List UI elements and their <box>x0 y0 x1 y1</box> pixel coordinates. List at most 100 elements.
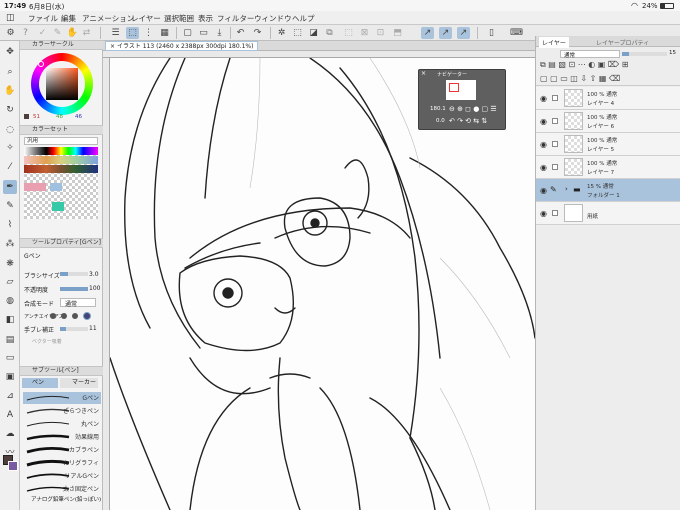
sub-tool-tab-pen[interactable]: ペン <box>22 378 58 388</box>
transform-icon[interactable]: ⬚ <box>291 27 304 39</box>
toggle-icon[interactable]: ⇄ <box>80 27 93 39</box>
text-icon[interactable]: A <box>3 408 17 422</box>
menu-selection[interactable]: 選択範囲 <box>164 13 194 24</box>
menu-layer[interactable]: レイヤー <box>131 13 161 24</box>
layer-row[interactable]: ◉ 100 % 通常 レイヤー 5 <box>536 133 680 156</box>
undo-icon[interactable]: ↶ <box>234 27 247 39</box>
edge-keyboard-icon[interactable]: ⌨ <box>510 27 523 39</box>
gradient-icon[interactable]: ▤ <box>3 333 17 347</box>
layout-icon[interactable]: ▦ <box>158 27 171 39</box>
pen-icon[interactable]: ✒ <box>3 180 17 194</box>
blend-icon[interactable]: ◍ <box>3 294 17 308</box>
navigator-preview[interactable] <box>446 80 476 100</box>
new-file-icon[interactable]: ▢ <box>181 27 194 39</box>
stamp-icon[interactable]: ⧉ <box>323 27 336 39</box>
balloon-icon[interactable]: ☁ <box>3 427 17 441</box>
brush-item[interactable]: Gペン <box>23 392 101 404</box>
simple-mode-icon[interactable]: ⬚ <box>126 27 139 39</box>
brush-item[interactable]: 丸ペン <box>23 418 101 430</box>
stabilize-slider[interactable] <box>60 327 88 331</box>
tab-layer-property[interactable]: レイヤープロパティ <box>596 38 649 47</box>
chevron-right-icon[interactable]: › <box>565 185 568 193</box>
pencil-icon[interactable]: ✎ <box>3 199 17 213</box>
antialias-options[interactable] <box>50 312 98 320</box>
hue-marker[interactable] <box>38 61 44 67</box>
menu-window[interactable]: ウィンドウ <box>254 13 292 24</box>
sub-color-swatch[interactable] <box>8 461 18 471</box>
eye-icon[interactable]: ◉ <box>540 209 547 218</box>
open-folder-icon[interactable]: ▭ <box>197 27 210 39</box>
checkbox[interactable] <box>552 210 558 216</box>
blend-dropdown[interactable]: 通常 <box>60 298 96 308</box>
deselect-icon[interactable]: ⊠ <box>358 27 371 39</box>
fill-icon[interactable]: ◧ <box>3 313 17 327</box>
canvas-tab[interactable]: × イラスト 113 (2460 x 2388px 300dpi 180.1%) <box>105 41 259 51</box>
opacity-slider[interactable] <box>60 287 88 291</box>
device-icon[interactable]: ▯ <box>485 27 498 39</box>
invert-icon[interactable]: ⊡ <box>374 27 387 39</box>
ruler-snap-icon[interactable]: ↗ <box>421 27 434 39</box>
decoration-icon[interactable]: ❋ <box>3 257 17 271</box>
ruler-icon[interactable]: ⊿ <box>3 389 17 403</box>
menu-animation[interactable]: アニメーション <box>82 13 134 24</box>
layer-row[interactable]: ◉ 100 % 通常 レイヤー 7 <box>536 156 680 179</box>
brush-item[interactable]: 効果線用 <box>23 431 101 443</box>
eyedropper-icon[interactable]: ⁄ <box>3 160 17 174</box>
color-set-dropdown[interactable]: 汎用 <box>24 137 98 145</box>
layer-row[interactable]: ◉ 100 % 通常 レイヤー 4 <box>536 87 680 110</box>
settings-gear-icon[interactable]: ⚙ <box>4 27 17 39</box>
check-icon[interactable]: ✓ <box>36 27 49 39</box>
hue-ring[interactable] <box>31 53 93 115</box>
brush-item[interactable]: ざらつきペン <box>23 405 101 417</box>
move-icon[interactable]: ✥ <box>3 45 17 59</box>
redo-icon[interactable]: ↷ <box>251 27 264 39</box>
eye-icon[interactable]: ◉ <box>540 163 547 172</box>
menu-view[interactable]: 表示 <box>198 13 213 24</box>
zoom-out-icon[interactable]: ⊖ ⊕ ◻ ● ▢ ☰ <box>449 105 497 113</box>
figure-icon[interactable]: ▭ <box>3 351 17 365</box>
airbrush-icon[interactable]: ⁂ <box>3 237 17 251</box>
question-icon[interactable]: ? <box>19 27 32 39</box>
eye-icon[interactable]: ◉ <box>540 117 547 126</box>
menu-edit[interactable]: 編集 <box>61 13 76 24</box>
menu-help[interactable]: ヘルプ <box>292 13 315 24</box>
sub-tool-footer[interactable]: アナログ鉛筆ペン(鉛っぽい) <box>31 495 101 503</box>
layer-clip-icon[interactable]: ⧉ ▤ ▧ ⊡ ⋯ ◐ ▣ ⌦ ⊞ <box>540 60 628 69</box>
sub-tool-tab-marker[interactable]: マーカー <box>60 378 98 388</box>
layer-row[interactable]: ◉ 100 % 通常 レイヤー 6 <box>536 110 680 133</box>
brush-icon[interactable]: ⌇ <box>3 218 17 232</box>
menu-file[interactable]: ファイル <box>28 13 58 24</box>
hand-icon[interactable]: ✋ <box>66 27 79 39</box>
checkbox[interactable] <box>552 95 558 101</box>
tab-layer[interactable]: レイヤー <box>539 37 569 48</box>
layer-opacity-slider[interactable] <box>622 52 667 56</box>
eye-icon[interactable]: ◉ <box>540 186 547 195</box>
blend-mode-dropdown[interactable]: 通常 <box>560 50 620 59</box>
eraser-icon[interactable]: ▱ <box>3 275 17 289</box>
rotate-icon[interactable]: ↻ <box>3 103 17 117</box>
eye-icon[interactable]: ◉ <box>540 94 547 103</box>
menu-lines-icon[interactable]: ☰ <box>109 27 122 39</box>
layer-row-folder[interactable]: ◉ ✎ › ▬ 15 % 通常 フォルダー 1 <box>536 179 680 202</box>
lasso-icon[interactable]: ◌ <box>3 123 17 137</box>
fill-icon[interactable]: ◪ <box>307 27 320 39</box>
saturation-square[interactable] <box>46 68 78 100</box>
new-layer-icon[interactable]: ▢ ▢ ▭ ◫ ⇩ ⇧ ▦ ⌫ <box>540 74 620 83</box>
crop-icon[interactable]: ⬒ <box>391 27 404 39</box>
checkbox[interactable] <box>552 141 558 147</box>
select-icon[interactable]: ⬚ <box>342 27 355 39</box>
layer-row-paper[interactable]: ◉ 用紙 <box>536 202 680 225</box>
special-ruler-icon[interactable]: ↗ <box>439 27 452 39</box>
edit-icon[interactable]: ✎ <box>51 27 64 39</box>
grid-snap-icon[interactable]: ↗ <box>457 27 470 39</box>
hand-icon[interactable]: ✋ <box>3 84 17 98</box>
brush-item[interactable]: 太さ固定ペン <box>23 483 101 495</box>
close-icon[interactable]: × <box>110 43 117 50</box>
checkbox[interactable] <box>552 118 558 124</box>
eye-icon[interactable]: ◉ <box>540 140 547 149</box>
brush-size-slider[interactable] <box>60 272 88 276</box>
app-icon[interactable]: ◫ <box>6 13 15 23</box>
zoom-icon[interactable]: ⌕ <box>3 65 17 79</box>
rotate-icons[interactable]: ↶ ↷ ⟲ ⇆ ⇅ <box>449 117 487 125</box>
brush-item[interactable]: リアルGペン <box>23 470 101 482</box>
